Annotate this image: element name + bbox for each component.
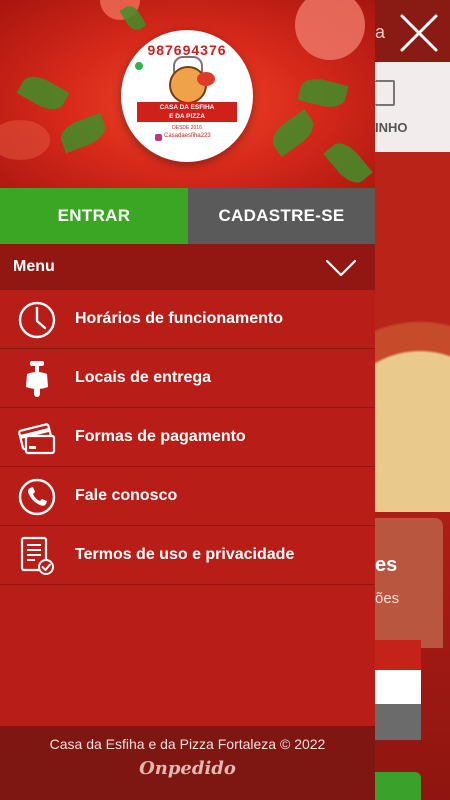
- close-drawer-button[interactable]: [398, 12, 440, 54]
- background-card: es ões: [375, 518, 443, 648]
- background-title-fragment: a: [375, 22, 386, 42]
- menu-item-delivery[interactable]: Locais de entrega: [0, 349, 375, 408]
- instagram-icon: [155, 134, 162, 141]
- login-button[interactable]: ENTRAR: [0, 188, 188, 244]
- drawer-header: 987694376 CASA DA ESFIHA E DA PIZZA DESD…: [0, 0, 375, 188]
- chevron-down-icon: [325, 259, 357, 277]
- logo-banner-line1: CASA DA ESFIHA: [159, 104, 215, 111]
- background-nav-icon: [375, 80, 395, 106]
- background-green-button: [375, 772, 421, 800]
- menu-item-hours[interactable]: Horários de funcionamento: [0, 290, 375, 349]
- menu-item-terms[interactable]: Termos de uso e privacidade: [0, 526, 375, 585]
- menu-item-label: Termos de uso e privacidade: [75, 546, 295, 563]
- background-red-bar: [375, 640, 421, 670]
- onpedido-logo: Onpedido: [139, 758, 236, 779]
- menu-toggle[interactable]: Menu: [0, 244, 375, 290]
- auth-buttons: ENTRAR CADASTRE-SE: [0, 188, 375, 244]
- whatsapp-icon: [135, 62, 143, 70]
- store-logo: 987694376 CASA DA ESFIHA E DA PIZZA DESD…: [121, 30, 253, 162]
- footer-copyright: Casa da Esfiha e da Pizza Fortaleza © 20…: [49, 736, 326, 752]
- menu-item-label: Horários de funcionamento: [75, 310, 284, 327]
- basil-leaf-decoration: [266, 109, 320, 157]
- tomato-decoration: [295, 0, 365, 60]
- background-nav: INHO: [375, 62, 450, 152]
- credit-cards-icon: [17, 418, 57, 458]
- logo-banner: CASA DA ESFIHA E DA PIZZA: [137, 102, 237, 122]
- background-buttons: [375, 640, 421, 740]
- menu-title: Menu: [13, 258, 55, 275]
- basil-leaf-decoration: [119, 2, 147, 34]
- tomato-decoration: [0, 120, 50, 160]
- basil-leaf-decoration: [323, 137, 373, 188]
- background-white-bar: [375, 670, 421, 704]
- background-card-title: es: [375, 554, 398, 576]
- phone-icon: [17, 477, 57, 517]
- pizza-icon: [197, 72, 215, 86]
- clock-icon: [17, 300, 57, 340]
- logo-banner-line2: E DA PIZZA: [169, 113, 205, 120]
- side-drawer: 987694376 CASA DA ESFIHA E DA PIZZA DESD…: [0, 0, 375, 800]
- background-hero-image: [375, 152, 450, 512]
- background-gray-bar: [375, 704, 421, 740]
- close-icon: [400, 14, 438, 52]
- menu-item-label: Locais de entrega: [75, 369, 212, 386]
- menu-item-payment[interactable]: Formas de pagamento: [0, 408, 375, 467]
- logo-since: DESDE 2016: [172, 125, 202, 131]
- document-check-icon: [17, 536, 57, 576]
- background-nav-label: INHO: [375, 120, 408, 135]
- scooter-icon: [17, 359, 57, 399]
- basil-leaf-decoration: [16, 70, 70, 116]
- background-card-subtitle: ões: [375, 590, 400, 607]
- menu-list: Horários de funcionamento Locais de entr…: [0, 290, 375, 585]
- signup-button[interactable]: CADASTRE-SE: [188, 188, 375, 244]
- logo-instagram-handle: Casadaesfiha223: [164, 133, 211, 139]
- background-app: a INHO es ões: [375, 0, 450, 800]
- menu-item-label: Formas de pagamento: [75, 428, 246, 445]
- menu-item-label: Fale conosco: [75, 487, 178, 504]
- basil-leaf-decoration: [56, 112, 110, 154]
- drawer-footer: Casa da Esfiha e da Pizza Fortaleza © 20…: [0, 726, 375, 800]
- basil-leaf-decoration: [297, 74, 349, 112]
- menu-item-contact[interactable]: Fale conosco: [0, 467, 375, 526]
